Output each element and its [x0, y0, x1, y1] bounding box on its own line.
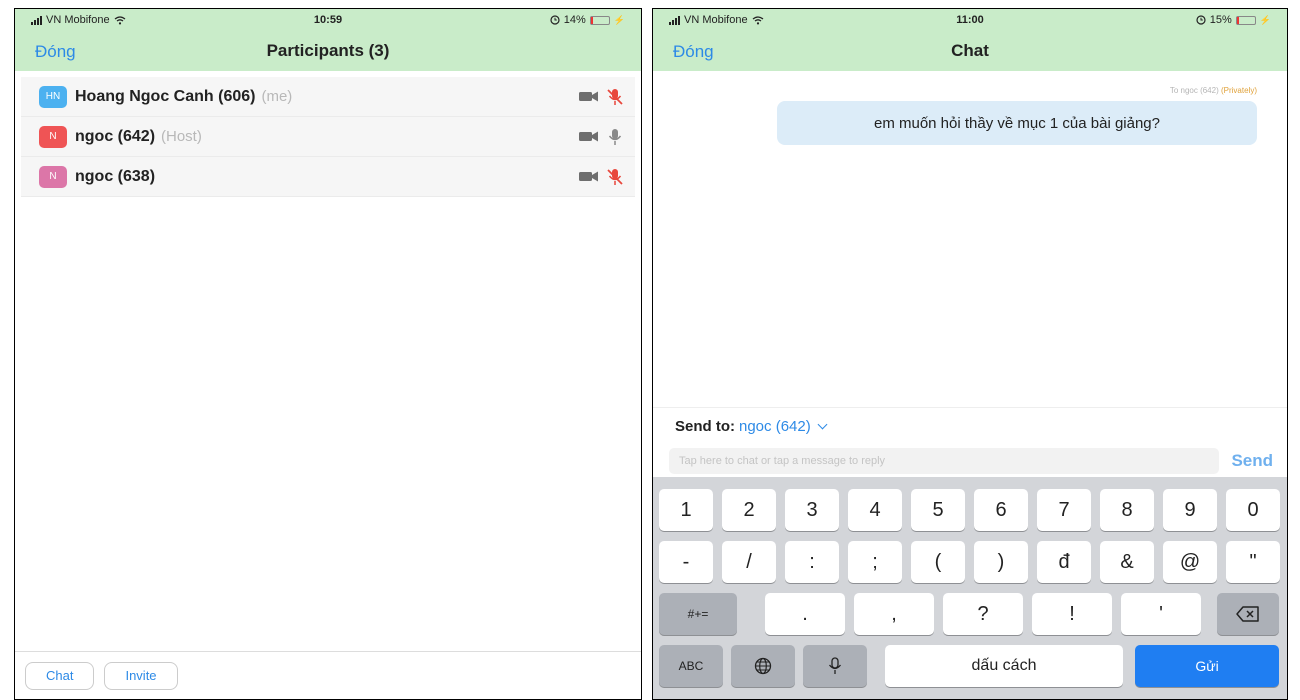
key[interactable]: ) — [974, 541, 1028, 583]
keyboard: 1 2 3 4 5 6 7 8 9 0 - / : ; ( ) đ & @ " … — [653, 477, 1287, 699]
participants-screen: VN Mobifone 10:59 14% ⚡ Đóng Participant… — [14, 8, 642, 700]
space-key[interactable]: dấu cách — [885, 645, 1123, 687]
key[interactable]: ' — [1121, 593, 1201, 635]
participant-tag: (Host) — [161, 128, 202, 145]
wifi-icon — [752, 15, 763, 24]
key[interactable]: 3 — [785, 489, 839, 531]
video-camera-icon[interactable] — [579, 131, 599, 142]
return-key[interactable]: Gửi — [1135, 645, 1279, 687]
key[interactable]: 5 — [911, 489, 965, 531]
carrier-name: VN Mobifone — [46, 14, 110, 26]
avatar: HN — [39, 85, 67, 108]
wifi-icon — [114, 15, 125, 24]
page-title: Chat — [951, 41, 989, 60]
key[interactable]: , — [854, 593, 934, 635]
key[interactable]: ( — [911, 541, 965, 583]
alarm-icon — [550, 15, 560, 25]
battery-icon — [1235, 15, 1256, 25]
participant-name: ngoc (638) — [75, 167, 156, 185]
key[interactable]: 1 — [659, 489, 713, 531]
participant-row[interactable]: N ngoc (642) (Host) — [21, 117, 635, 157]
invite-button[interactable]: Invite — [104, 661, 178, 690]
battery-icon — [589, 15, 610, 25]
key[interactable]: - — [659, 541, 713, 583]
key[interactable]: 2 — [722, 489, 776, 531]
status-bar: VN Mobifone 10:59 14% ⚡ — [15, 9, 641, 31]
avatar: N — [39, 165, 67, 188]
participant-name: ngoc (642) — [75, 127, 156, 145]
participant-tag: (me) — [261, 88, 293, 105]
send-to-selector[interactable]: Send to: ngoc (642) — [653, 407, 1287, 444]
send-to-label: Send to: — [675, 417, 735, 435]
participant-row[interactable]: HN Hoang Ngoc Canh (606) (me) — [21, 77, 635, 117]
key[interactable]: : — [785, 541, 839, 583]
status-time: 11:00 — [956, 14, 984, 26]
nav-bar: Đóng Participants (3) — [15, 31, 641, 71]
key[interactable]: ; — [848, 541, 902, 583]
status-bar: VN Mobifone 11:00 15% ⚡ — [653, 9, 1287, 31]
dictation-key[interactable] — [803, 645, 867, 687]
microphone-muted-icon[interactable] — [607, 88, 623, 106]
close-button[interactable]: Đóng — [673, 42, 714, 62]
chat-message-bubble[interactable]: em muốn hỏi thầy về mục 1 của bài giảng? — [777, 101, 1257, 145]
key[interactable]: 8 — [1100, 489, 1154, 531]
key[interactable]: 7 — [1037, 489, 1091, 531]
abc-key[interactable]: ABC — [659, 645, 723, 687]
participant-row[interactable]: N ngoc (638) — [21, 157, 635, 197]
chat-messages: To ngoc (642) (Privately) em muốn hỏi th… — [653, 71, 1287, 407]
alarm-icon — [1196, 15, 1206, 25]
key[interactable]: " — [1226, 541, 1280, 583]
key[interactable]: 9 — [1163, 489, 1217, 531]
message-recipient: To ngoc (642) (Privately) — [1169, 86, 1257, 95]
signal-icon — [669, 15, 680, 25]
charging-icon: ⚡ — [1259, 14, 1271, 25]
key[interactable]: @ — [1163, 541, 1217, 583]
chat-screen: VN Mobifone 11:00 15% ⚡ Đóng Chat To ngo… — [652, 8, 1288, 700]
key[interactable]: đ — [1037, 541, 1091, 583]
nav-bar: Đóng Chat — [653, 31, 1287, 71]
chat-button[interactable]: Chat — [25, 661, 95, 690]
backspace-icon — [1236, 606, 1259, 622]
close-button[interactable]: Đóng — [35, 42, 76, 62]
send-to-recipient: ngoc (642) — [739, 417, 811, 435]
participant-name: Hoang Ngoc Canh (606) — [75, 87, 256, 105]
key[interactable]: 0 — [1226, 489, 1280, 531]
keyboard-row: 1 2 3 4 5 6 7 8 9 0 — [653, 485, 1287, 537]
key[interactable]: 6 — [974, 489, 1028, 531]
chevron-down-icon — [817, 419, 828, 429]
globe-key[interactable] — [731, 645, 795, 687]
page-title: Participants (3) — [266, 41, 390, 60]
signal-icon — [31, 15, 42, 25]
backspace-key[interactable] — [1217, 593, 1279, 635]
keyboard-row: - / : ; ( ) đ & @ " — [653, 537, 1287, 589]
battery-percent: 14% — [563, 14, 586, 26]
symbols-toggle-key[interactable]: #+= — [659, 593, 737, 635]
participant-list: HN Hoang Ngoc Canh (606) (me) N ngoc (64… — [21, 77, 635, 197]
key[interactable]: 4 — [848, 489, 902, 531]
send-button[interactable]: Send — [1231, 451, 1273, 471]
chat-input[interactable] — [669, 448, 1220, 474]
microphone-icon — [828, 657, 842, 674]
bottom-toolbar: Chat Invite — [15, 651, 641, 699]
microphone-muted-icon[interactable] — [607, 168, 623, 186]
key[interactable]: ? — [943, 593, 1023, 635]
key[interactable]: ! — [1032, 593, 1112, 635]
globe-icon — [754, 657, 772, 675]
avatar: N — [39, 125, 67, 148]
microphone-icon[interactable] — [607, 128, 623, 146]
charging-icon: ⚡ — [613, 14, 625, 25]
video-camera-icon[interactable] — [579, 171, 599, 182]
key[interactable]: . — [765, 593, 845, 635]
status-time: 10:59 — [313, 14, 343, 26]
video-camera-icon[interactable] — [579, 91, 599, 102]
key[interactable]: & — [1100, 541, 1154, 583]
keyboard-row: ABC dấu cách Gửi — [653, 641, 1287, 693]
key[interactable]: / — [722, 541, 776, 583]
keyboard-row: #+= . , ? ! ' — [653, 589, 1287, 641]
battery-percent: 15% — [1209, 14, 1232, 26]
carrier-name: VN Mobifone — [684, 14, 748, 26]
